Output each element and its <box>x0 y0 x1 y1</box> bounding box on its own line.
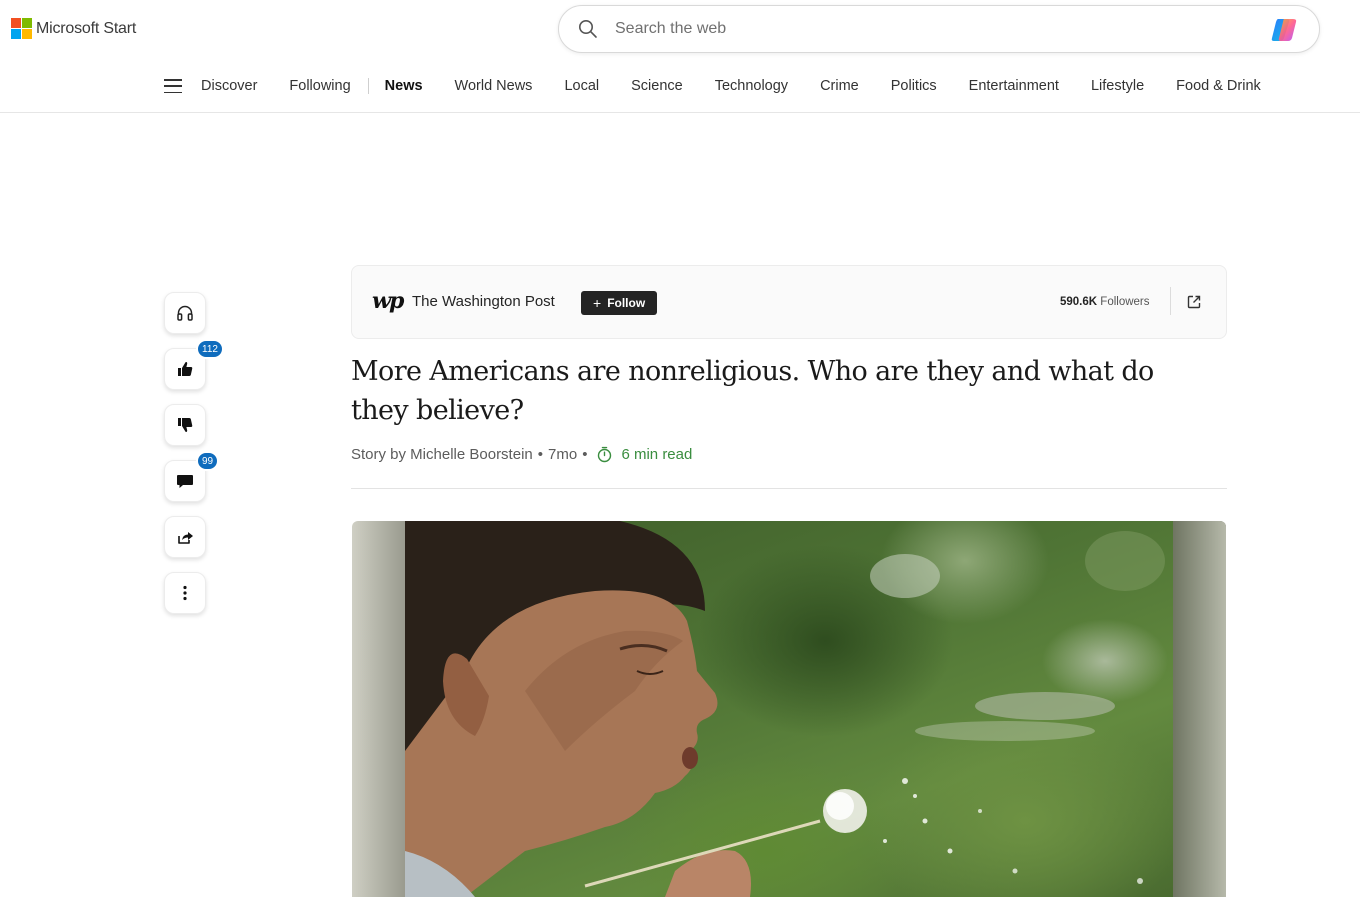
search-icon[interactable] <box>578 19 598 39</box>
timer-icon <box>598 446 612 463</box>
brand-home-link[interactable]: Microsoft Start <box>11 18 136 39</box>
comment-icon <box>177 475 193 488</box>
nav-item-entertainment[interactable]: Entertainment <box>969 78 1059 94</box>
nav-item-food-drink[interactable]: Food & Drink <box>1176 78 1261 94</box>
brand-name: Microsoft Start <box>36 19 137 37</box>
washington-post-logo-icon[interactable]: wp <box>372 288 404 314</box>
article-hero-image[interactable] <box>352 521 1226 897</box>
photo-illustration <box>405 521 1165 897</box>
article-byline: Story by Michelle Boorstein • 7mo • 6 mi… <box>351 446 692 463</box>
separator-dot: • <box>537 446 544 463</box>
follow-label: Follow <box>607 296 646 310</box>
followers-number: 590.6K <box>1060 296 1098 308</box>
hero-photo <box>405 521 1173 897</box>
microsoft-logo-icon <box>11 18 32 39</box>
share-button[interactable] <box>164 516 206 558</box>
header-divider <box>351 488 1227 489</box>
followers-label: Followers <box>1100 296 1150 308</box>
share-icon <box>178 532 193 544</box>
more-vertical-icon <box>183 585 187 601</box>
comment-count-badge: 99 <box>196 451 220 471</box>
card-divider <box>1170 287 1171 315</box>
copilot-icon[interactable] <box>1270 17 1298 43</box>
nav-item-technology[interactable]: Technology <box>715 78 788 94</box>
plus-icon: + <box>593 295 602 311</box>
like-count-badge: 112 <box>196 339 224 359</box>
image-padding-right <box>1173 521 1226 897</box>
nav-item-local[interactable]: Local <box>564 78 599 94</box>
headphones-icon <box>177 305 193 321</box>
separator-dot: • <box>582 446 588 463</box>
category-nav: Discover Following News World News Local… <box>164 74 1293 98</box>
article-age: 7mo <box>548 446 578 463</box>
publisher-card: wp The Washington Post + Follow 590.6K F… <box>351 265 1227 339</box>
top-header: Microsoft Start Discover Following News <box>0 0 1360 113</box>
thumbs-down-icon <box>178 418 193 432</box>
thumbs-up-icon <box>178 362 193 376</box>
nav-item-crime[interactable]: Crime <box>820 78 859 94</box>
more-options-button[interactable] <box>164 572 206 614</box>
nav-item-following[interactable]: Following <box>289 78 350 94</box>
comments-button[interactable]: 99 <box>164 451 220 502</box>
like-button[interactable]: 112 <box>164 339 224 390</box>
followers-count: 590.6K Followers <box>1060 296 1150 308</box>
search-input[interactable] <box>615 20 1215 38</box>
search-bar[interactable] <box>558 5 1320 53</box>
menu-icon[interactable] <box>164 79 182 93</box>
open-external-icon[interactable] <box>1186 294 1202 310</box>
listen-button[interactable] <box>164 292 206 334</box>
nav-item-discover[interactable]: Discover <box>201 78 257 94</box>
nav-item-science[interactable]: Science <box>631 78 683 94</box>
author-credit[interactable]: Story by Michelle Boorstein <box>351 446 533 463</box>
read-time-label: 6 min read <box>621 446 693 463</box>
read-time: 6 min read <box>592 446 692 463</box>
follow-button[interactable]: + Follow <box>581 291 658 315</box>
nav-item-lifestyle[interactable]: Lifestyle <box>1091 78 1144 94</box>
article-headline: More Americans are nonreligious. Who are… <box>351 356 1154 426</box>
nav-item-world-news[interactable]: World News <box>455 78 533 94</box>
nav-divider <box>367 78 369 94</box>
publisher-name[interactable]: The Washington Post <box>412 293 555 310</box>
nav-item-news[interactable]: News <box>385 78 423 94</box>
nav-item-politics[interactable]: Politics <box>891 78 937 94</box>
dislike-button[interactable] <box>164 404 206 446</box>
